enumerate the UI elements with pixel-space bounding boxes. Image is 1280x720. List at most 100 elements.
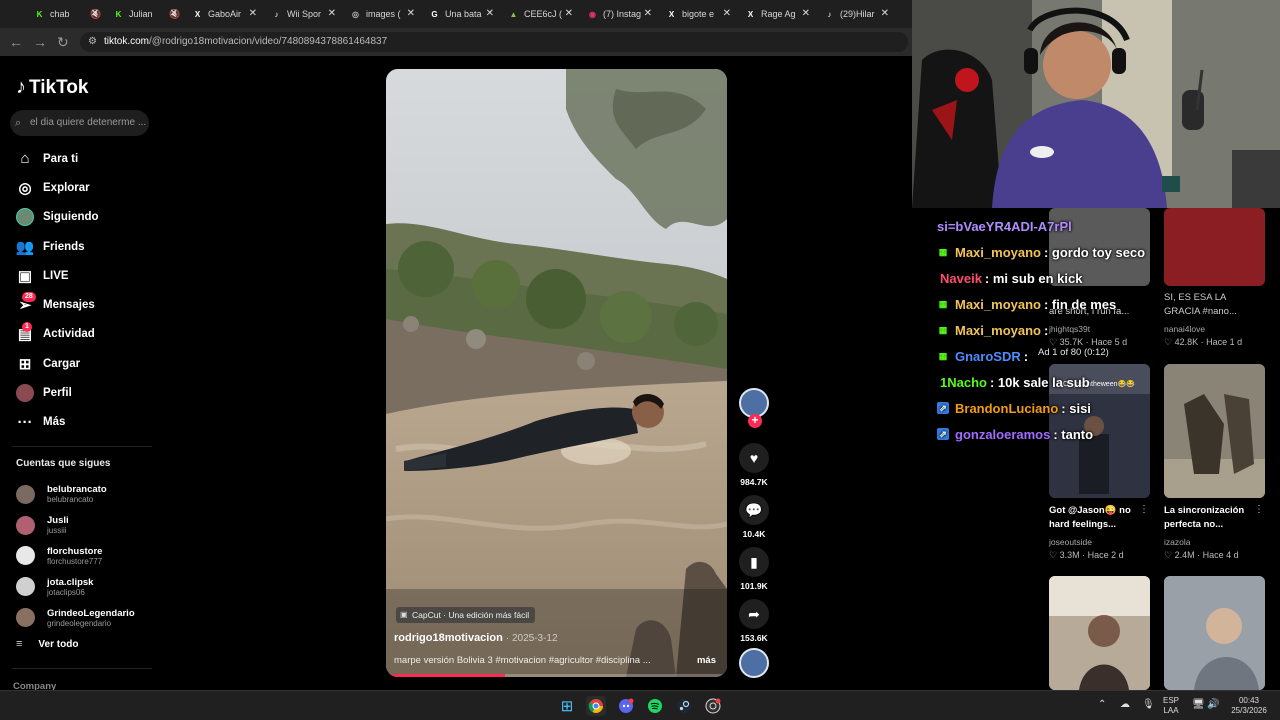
site-info-icon[interactable]: ⚙	[88, 32, 97, 52]
feed-card-title[interactable]: Got @Jason😜 no hard feelings...	[1049, 504, 1150, 532]
browser-tab[interactable]: X Rage Ag ✕	[737, 0, 816, 28]
nav-item-m-s[interactable]: ··· Más	[0, 408, 165, 437]
comment-button[interactable]: 💬 10.4K	[737, 495, 771, 539]
more-button[interactable]: más	[697, 655, 716, 666]
nav-item-actividad[interactable]: ▤ Actividad 1	[0, 320, 165, 349]
save-button[interactable]: ▮ 101.9K	[737, 547, 771, 591]
tab-favicon-icon: K	[36, 9, 43, 19]
chat-message: ▦ Maxi_moyano:	[937, 317, 1280, 343]
tab-title: (29)Hilar	[840, 9, 875, 19]
company-link[interactable]: Company	[13, 681, 56, 690]
address-bar[interactable]: ⚙ tiktok.com/@rodrigo18motivacion/video/…	[80, 32, 908, 52]
microphone-icon[interactable]: 🎙	[1142, 700, 1155, 710]
chrome-icon[interactable]	[586, 696, 606, 716]
search-input[interactable]: ⌕ el dia quiere detenerme ...	[10, 110, 149, 136]
browser-tab[interactable]: ◉ (7) Instag ✕	[579, 0, 658, 28]
close-tab-icon[interactable]: ✕	[644, 8, 652, 19]
tab-favicon-icon: X	[747, 9, 754, 19]
forward-icon[interactable]: →	[33, 34, 47, 50]
author-name[interactable]: rodrigo18motivacion	[394, 632, 503, 644]
close-tab-icon[interactable]: ✕	[328, 8, 336, 19]
clock[interactable]: 00:43 25/3/2026	[1228, 696, 1270, 716]
nav-item-cargar[interactable]: ⊞ Cargar	[0, 349, 165, 378]
feed-like-count: 2.4M	[1174, 550, 1195, 560]
nav-label: Mensajes	[43, 299, 95, 312]
feed-thumbnail[interactable]	[1049, 576, 1150, 690]
close-tab-icon[interactable]: ✕	[565, 8, 573, 19]
chevron-up-icon[interactable]: ⌃	[1098, 700, 1106, 710]
video-progress-bar[interactable]	[386, 674, 727, 677]
following-account[interactable]: Jusli jussiii	[16, 510, 161, 541]
nav-item-mensajes[interactable]: ➢ Mensajes 28	[0, 290, 165, 319]
video-author[interactable]: rodrigo18motivacion · 2025-3-12	[394, 632, 558, 644]
close-tab-icon[interactable]: ✕	[723, 8, 731, 19]
feed-like-count: 3.3M	[1059, 550, 1080, 560]
more-options-icon[interactable]: ⋮	[1254, 504, 1264, 515]
friends-icon: 👥	[15, 238, 35, 256]
avatar	[16, 515, 35, 535]
close-tab-icon[interactable]: ✕	[802, 8, 810, 19]
tab-favicon-icon: ◉	[589, 9, 596, 19]
back-icon[interactable]: ←	[9, 34, 23, 50]
browser-tab[interactable]: Xbigote e ✕	[658, 0, 737, 28]
avatar	[16, 577, 35, 597]
following-account[interactable]: jota.clipsk jotaclips06	[16, 571, 161, 602]
browser-tab[interactable]: ◎ images (✕	[342, 0, 421, 28]
compass-icon: ◎	[18, 179, 32, 197]
close-tab-icon[interactable]: ✕	[91, 8, 99, 19]
close-tab-icon[interactable]: ✕	[881, 8, 889, 19]
music-disc-avatar[interactable]	[739, 648, 769, 678]
more-options-icon[interactable]: ⋮	[1139, 504, 1149, 515]
share-button[interactable]: ➦ 153.6K	[737, 599, 771, 643]
nav-item-explorar[interactable]: ◎ Explorar	[0, 173, 165, 202]
account-name: belubrancato	[47, 484, 107, 496]
nav-item-siguiendo[interactable]: Siguiendo	[0, 203, 165, 232]
close-tab-icon[interactable]: ✕	[249, 8, 257, 19]
following-account[interactable]: GrindeoLegendario grindeolegendario	[16, 602, 161, 633]
reload-icon[interactable]: ↻	[57, 34, 69, 50]
browser-tab[interactable]: ♪ (29)Hilar ✕	[816, 0, 895, 28]
feed-card-stats: ♡ 2.4M · Hace 4 d	[1164, 550, 1239, 560]
close-tab-icon[interactable]: ✕	[407, 8, 415, 19]
nav-label: LIVE	[43, 269, 69, 282]
profile-avatar	[16, 384, 34, 403]
discord-icon[interactable]	[616, 696, 636, 716]
nav-item-perfil[interactable]: Perfil	[0, 378, 165, 407]
browser-tab[interactable]: ▲ CEE6cJ (✕	[500, 0, 579, 28]
spotify-icon[interactable]	[645, 696, 665, 716]
nav-item-live[interactable]: ▣ LIVE	[0, 261, 165, 290]
browser-tab[interactable]: K Julian 🔇 ✕	[105, 0, 184, 28]
nav-item-para-ti[interactable]: ⌂ Para ti	[0, 144, 165, 173]
browser-tab[interactable]: ♪ Wii Spor ✕	[263, 0, 342, 28]
browser-tab[interactable]: X GaboAir ✕	[184, 0, 263, 28]
obs-icon[interactable]	[703, 696, 723, 716]
close-tab-icon[interactable]: ✕	[486, 8, 494, 19]
account-handle: belubrancato	[47, 495, 94, 505]
language-indicator[interactable]: ESP LAA	[1163, 696, 1179, 716]
capcut-tag[interactable]: CapCut · Una edición más fácil	[396, 607, 536, 623]
nav-item-friends[interactable]: 👥 Friends	[0, 232, 165, 261]
following-account[interactable]: florchustore florchustore777	[16, 541, 161, 572]
stream-chat-overlay: si=bVaeYR4ADI-A7rPl ▦ Maxi_moyano: gordo t…	[937, 213, 1280, 447]
cloud-icon[interactable]: ☁	[1120, 700, 1130, 710]
following-account[interactable]: belubrancato belubrancato	[16, 479, 161, 510]
feed-card-user[interactable]: izazola	[1164, 537, 1190, 547]
feed-card-title[interactable]: La sincronización perfecta no...	[1164, 504, 1265, 532]
volume-icon[interactable]: 🔊	[1207, 700, 1219, 710]
tiktok-logo[interactable]: ♪ TikTok	[16, 76, 88, 99]
browser-tab[interactable]: Kchab 🔇 ✕	[26, 0, 105, 28]
chat-badge-icon: ⇗	[937, 402, 949, 414]
feed-thumbnail[interactable]	[1164, 576, 1265, 690]
browser-tab[interactable]: G Una bata ✕	[421, 0, 500, 28]
close-tab-icon[interactable]: ✕	[170, 8, 178, 19]
like-button[interactable]: ♥ 984.7K	[737, 443, 771, 487]
feed-card-user[interactable]: joseoutside	[1049, 537, 1092, 547]
video-progress-fill	[386, 674, 506, 677]
see-all-link[interactable]: ≡ Ver todo	[16, 638, 78, 650]
network-icon[interactable]: 🖥	[1192, 700, 1205, 710]
steam-icon[interactable]	[674, 696, 694, 716]
logo-text: TikTok	[29, 76, 89, 98]
video-player[interactable]: CapCut · Una edición más fácil rodrigo18…	[386, 69, 727, 677]
windows-start-icon[interactable]: ⊞	[557, 696, 577, 716]
follow-plus-icon[interactable]: +	[748, 414, 762, 428]
